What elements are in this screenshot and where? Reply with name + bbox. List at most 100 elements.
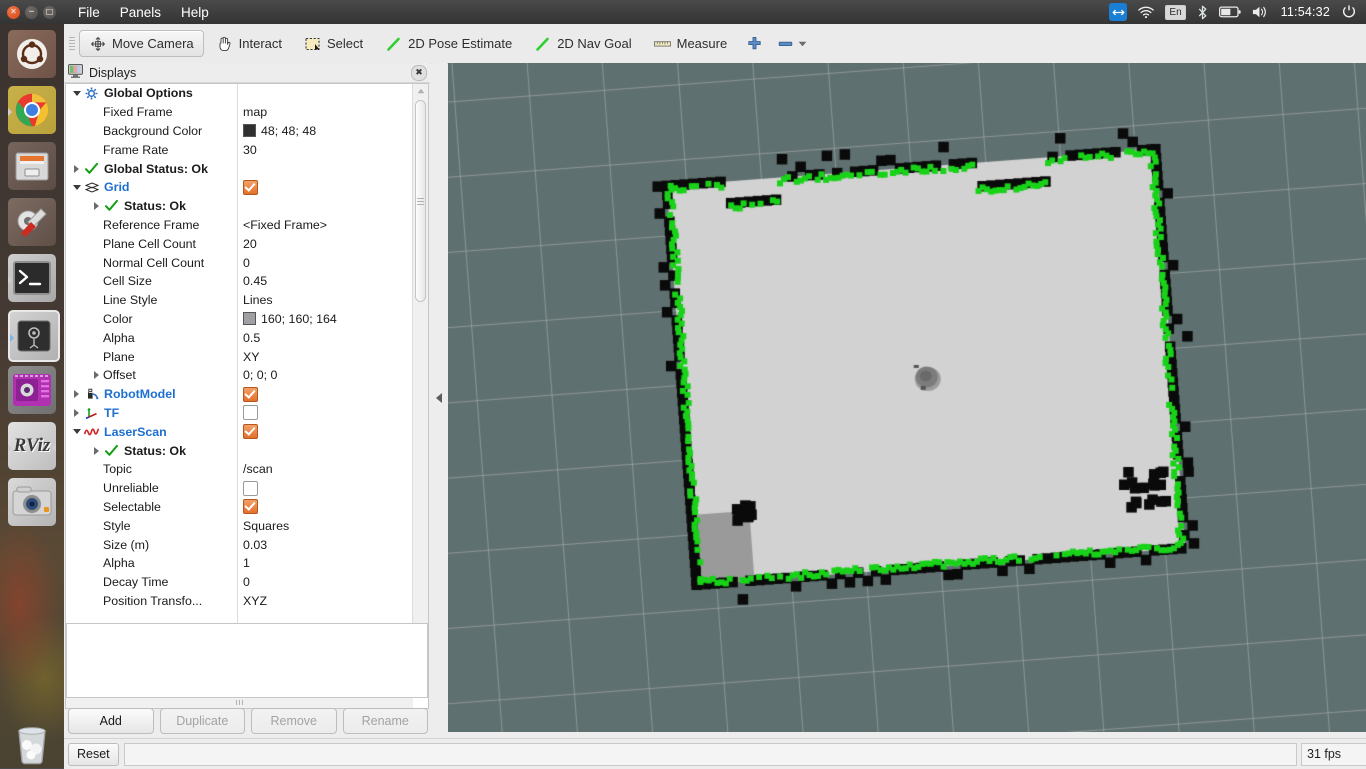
enabled-checkbox[interactable] <box>243 424 258 440</box>
display-row-position-transfo[interactable]: Position Transfo... XYZ <box>66 592 412 611</box>
left-panel-splitter[interactable] <box>431 63 447 732</box>
display-row-frame-rate[interactable]: Frame Rate 30 <box>66 140 412 159</box>
display-row-value[interactable] <box>239 385 258 404</box>
launcher-icon-ubuntu-dash[interactable] <box>8 30 56 78</box>
display-row-global-status-ok[interactable]: Global Status: Ok <box>66 159 412 178</box>
launcher-icon-virtual-machine[interactable] <box>8 366 56 414</box>
collapse-left-arrow-icon[interactable] <box>436 392 442 403</box>
display-row-value[interactable]: 0.5 <box>239 328 260 347</box>
display-row-plane[interactable]: Plane XY <box>66 347 412 366</box>
display-row-value[interactable] <box>239 178 258 197</box>
display-row-style[interactable]: Style Squares <box>66 516 412 535</box>
display-row-selectable[interactable]: Selectable <box>66 498 412 517</box>
display-row-robotmodel[interactable]: RobotModel <box>66 385 412 404</box>
display-row-value[interactable] <box>239 197 243 216</box>
display-row-value[interactable] <box>239 422 258 441</box>
display-row-value[interactable]: 0; 0; 0 <box>239 366 277 385</box>
display-row-line-style[interactable]: Line Style Lines <box>66 291 412 310</box>
launcher-icon-terminal[interactable] <box>8 254 56 302</box>
display-row-decay-time[interactable]: Decay Time 0 <box>66 573 412 592</box>
toolbar-drag-handle[interactable] <box>69 33 75 55</box>
add-display-button[interactable]: Add <box>68 708 154 734</box>
display-row-value[interactable] <box>239 441 243 460</box>
color-swatch[interactable] <box>243 124 256 138</box>
tree-twisty-open-icon[interactable] <box>70 184 83 190</box>
scroll-up-icon[interactable] <box>413 84 428 98</box>
displays-close-icon[interactable]: ✖ <box>411 64 427 81</box>
enabled-checkbox[interactable] <box>243 499 258 515</box>
tree-twisty-closed-icon[interactable] <box>90 202 103 211</box>
tree-twisty-open-icon[interactable] <box>70 90 83 96</box>
tree-twisty-closed-icon[interactable] <box>70 408 83 417</box>
clock[interactable]: 11:54:32 <box>1281 5 1330 19</box>
display-row-cell-size[interactable]: Cell Size 0.45 <box>66 272 412 291</box>
add-tool-button[interactable] <box>739 30 770 57</box>
display-row-value[interactable]: 0.45 <box>239 272 267 291</box>
display-row-value[interactable]: /scan <box>239 460 273 479</box>
tree-twisty-open-icon[interactable] <box>70 429 83 435</box>
tree-twisty-closed-icon[interactable] <box>70 164 83 173</box>
display-row-value[interactable]: 0.03 <box>239 535 267 554</box>
enabled-checkbox[interactable] <box>243 179 258 195</box>
display-row-background-color[interactable]: Background Color 48; 48; 48 <box>66 122 412 141</box>
launcher-icon-trash[interactable] <box>8 720 56 768</box>
displays-tree-vscrollbar[interactable] <box>412 84 428 697</box>
display-row-global-options[interactable]: Global Options <box>66 84 412 103</box>
display-row-value[interactable] <box>239 159 243 178</box>
tree-twisty-closed-icon[interactable] <box>90 446 103 455</box>
chevron-down-icon[interactable] <box>797 35 807 52</box>
enabled-checkbox[interactable] <box>243 405 258 421</box>
3d-scene-canvas[interactable] <box>448 63 1366 732</box>
enabled-checkbox[interactable] <box>243 386 258 402</box>
volume-icon[interactable] <box>1252 5 1270 19</box>
reset-button[interactable]: Reset <box>68 742 119 766</box>
display-row-fixed-frame[interactable]: Fixed Frame map <box>66 103 412 122</box>
display-row-reference-frame[interactable]: Reference Frame <Fixed Frame> <box>66 216 412 235</box>
remove-tool-button[interactable] <box>772 30 812 57</box>
display-row-value[interactable]: Lines <box>239 291 273 310</box>
display-row-value[interactable]: 30 <box>239 140 257 159</box>
tree-twisty-closed-icon[interactable] <box>70 390 83 399</box>
tree-twisty-closed-icon[interactable] <box>90 371 103 380</box>
display-row-value[interactable]: XY <box>239 347 260 366</box>
power-gear-icon[interactable] <box>1341 4 1357 20</box>
tool-2d-pose-estimate[interactable]: 2D Pose Estimate <box>375 30 522 57</box>
bluetooth-icon[interactable] <box>1197 5 1208 20</box>
menu-help[interactable]: Help <box>171 3 219 22</box>
rename-display-button[interactable]: Rename <box>342 708 428 734</box>
tool-interact[interactable]: Interact <box>206 30 292 57</box>
display-row-topic[interactable]: Topic/scan <box>66 460 412 479</box>
tool-select[interactable]: Select <box>294 30 373 57</box>
window-close-button[interactable]: ✕ <box>7 5 20 19</box>
display-row-alpha[interactable]: Alpha 0.5 <box>66 328 412 347</box>
display-row-value[interactable]: 160; 160; 164 <box>239 310 337 329</box>
launcher-icon-camera-app[interactable] <box>8 478 56 526</box>
display-row-value[interactable]: XYZ <box>239 592 267 611</box>
remove-display-button[interactable]: Remove <box>251 708 337 734</box>
display-row-tf[interactable]: TF <box>66 404 412 423</box>
display-row-value[interactable]: 0 <box>239 253 250 272</box>
launcher-icon-files[interactable] <box>8 142 56 190</box>
launcher-icon-gazebo[interactable] <box>8 310 60 362</box>
display-row-size-m[interactable]: Size (m) 0.03 <box>66 535 412 554</box>
display-row-alpha[interactable]: Alpha 1 <box>66 554 412 573</box>
enabled-checkbox[interactable] <box>243 480 258 496</box>
display-row-value[interactable]: Squares <box>239 516 289 535</box>
tool-move-camera[interactable]: Move Camera <box>79 30 204 57</box>
wifi-icon[interactable] <box>1138 6 1155 19</box>
display-row-value[interactable] <box>239 498 258 517</box>
keyboard-layout-indicator[interactable]: En <box>1165 4 1186 20</box>
teamviewer-icon[interactable] <box>1109 3 1128 21</box>
display-row-grid[interactable]: Grid <box>66 178 412 197</box>
display-row-color[interactable]: Color 160; 160; 164 <box>66 310 412 329</box>
color-swatch[interactable] <box>243 312 256 326</box>
display-row-value[interactable]: 0 <box>239 573 250 592</box>
display-row-value[interactable]: <Fixed Frame> <box>239 216 327 235</box>
displays-tree[interactable]: Global Options Fixed Frame map Background C… <box>65 83 429 709</box>
battery-icon[interactable] <box>1218 6 1241 18</box>
rviz-3d-viewport[interactable] <box>448 63 1366 732</box>
display-row-laserscan[interactable]: LaserScan <box>66 422 412 441</box>
display-row-normal-cell-count[interactable]: Normal Cell Count 0 <box>66 253 412 272</box>
display-row-plane-cell-count[interactable]: Plane Cell Count 20 <box>66 234 412 253</box>
launcher-icon-google-chrome[interactable] <box>8 86 56 134</box>
